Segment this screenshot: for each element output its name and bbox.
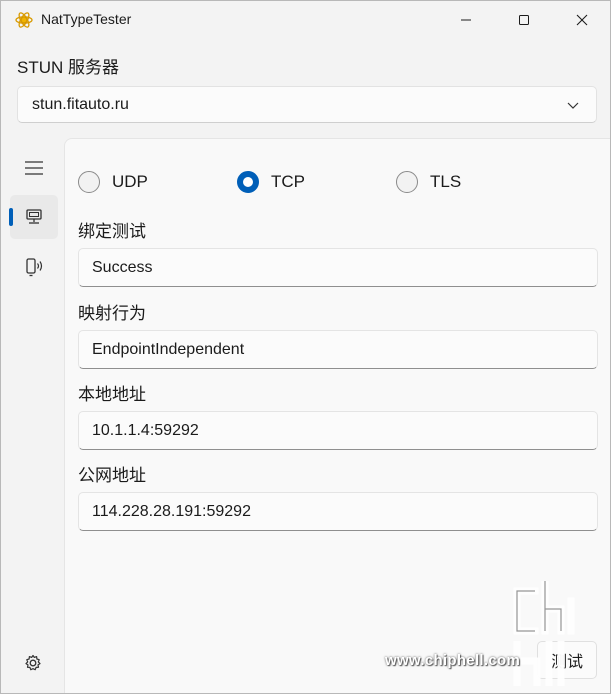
mapping-behavior-label: 映射行为 <box>78 304 146 323</box>
public-address-value: 114.228.28.191:59292 <box>92 503 251 520</box>
minimize-button[interactable] <box>437 1 495 39</box>
radio-tcp-label: TCP <box>271 172 305 191</box>
mapping-behavior-value: EndpointIndependent <box>92 341 245 358</box>
stun-server-label: STUN 服务器 <box>17 58 119 77</box>
window-title: NatTypeTester <box>41 11 132 27</box>
minimize-icon <box>461 19 471 21</box>
nav-selection-indicator <box>9 208 13 226</box>
radio-tcp-circle[interactable] <box>237 171 259 193</box>
test-button[interactable]: 测试 <box>537 641 597 679</box>
hamburger-menu-icon <box>25 161 43 175</box>
close-icon <box>576 14 588 26</box>
radio-udp-label: UDP <box>112 172 148 191</box>
stun-server-combobox[interactable]: stun.fitauto.ru <box>17 86 597 123</box>
title-bar[interactable]: NatTypeTester <box>1 1 610 39</box>
radio-tls-circle[interactable] <box>396 171 418 193</box>
radio-tls[interactable]: TLS <box>396 168 461 196</box>
binding-test-label: 绑定测试 <box>78 222 146 241</box>
binding-test-value: Success <box>92 259 153 276</box>
close-button[interactable] <box>553 1 610 39</box>
monitor-icon <box>26 209 42 224</box>
maximize-icon <box>519 15 529 25</box>
gear-icon <box>25 654 41 671</box>
maximize-button[interactable] <box>495 1 553 39</box>
app-icon <box>15 11 33 29</box>
nav-menu-button[interactable] <box>14 151 54 185</box>
local-address-value: 10.1.1.4:59292 <box>92 422 199 439</box>
public-address-label: 公网地址 <box>78 466 146 485</box>
nav-settings-button[interactable] <box>13 646 53 680</box>
local-address-field[interactable]: 10.1.1.4:59292 <box>78 411 598 450</box>
radio-tls-label: TLS <box>430 172 462 191</box>
binding-test-field[interactable]: Success <box>78 248 598 287</box>
stun-server-value: stun.fitauto.ru <box>32 96 129 113</box>
radio-udp-circle[interactable] <box>78 171 100 193</box>
local-address-label: 本地地址 <box>78 385 146 404</box>
nav-item-rfc5780[interactable] <box>10 195 58 239</box>
public-address-field[interactable]: 114.228.28.191:59292 <box>78 492 598 531</box>
nav-item-rfc3489[interactable] <box>10 245 58 289</box>
radio-tcp[interactable]: TCP <box>237 168 305 196</box>
watermark-url: www.chiphell.com <box>385 652 521 669</box>
radio-udp[interactable]: UDP <box>78 168 148 196</box>
mapping-behavior-field[interactable]: EndpointIndependent <box>78 330 598 369</box>
chevron-down-icon[interactable] <box>566 99 580 111</box>
app-window: NatTypeTester STUN 服务器 stun.fitauto.ru U… <box>0 0 611 694</box>
device-broadcast-icon <box>26 258 43 277</box>
